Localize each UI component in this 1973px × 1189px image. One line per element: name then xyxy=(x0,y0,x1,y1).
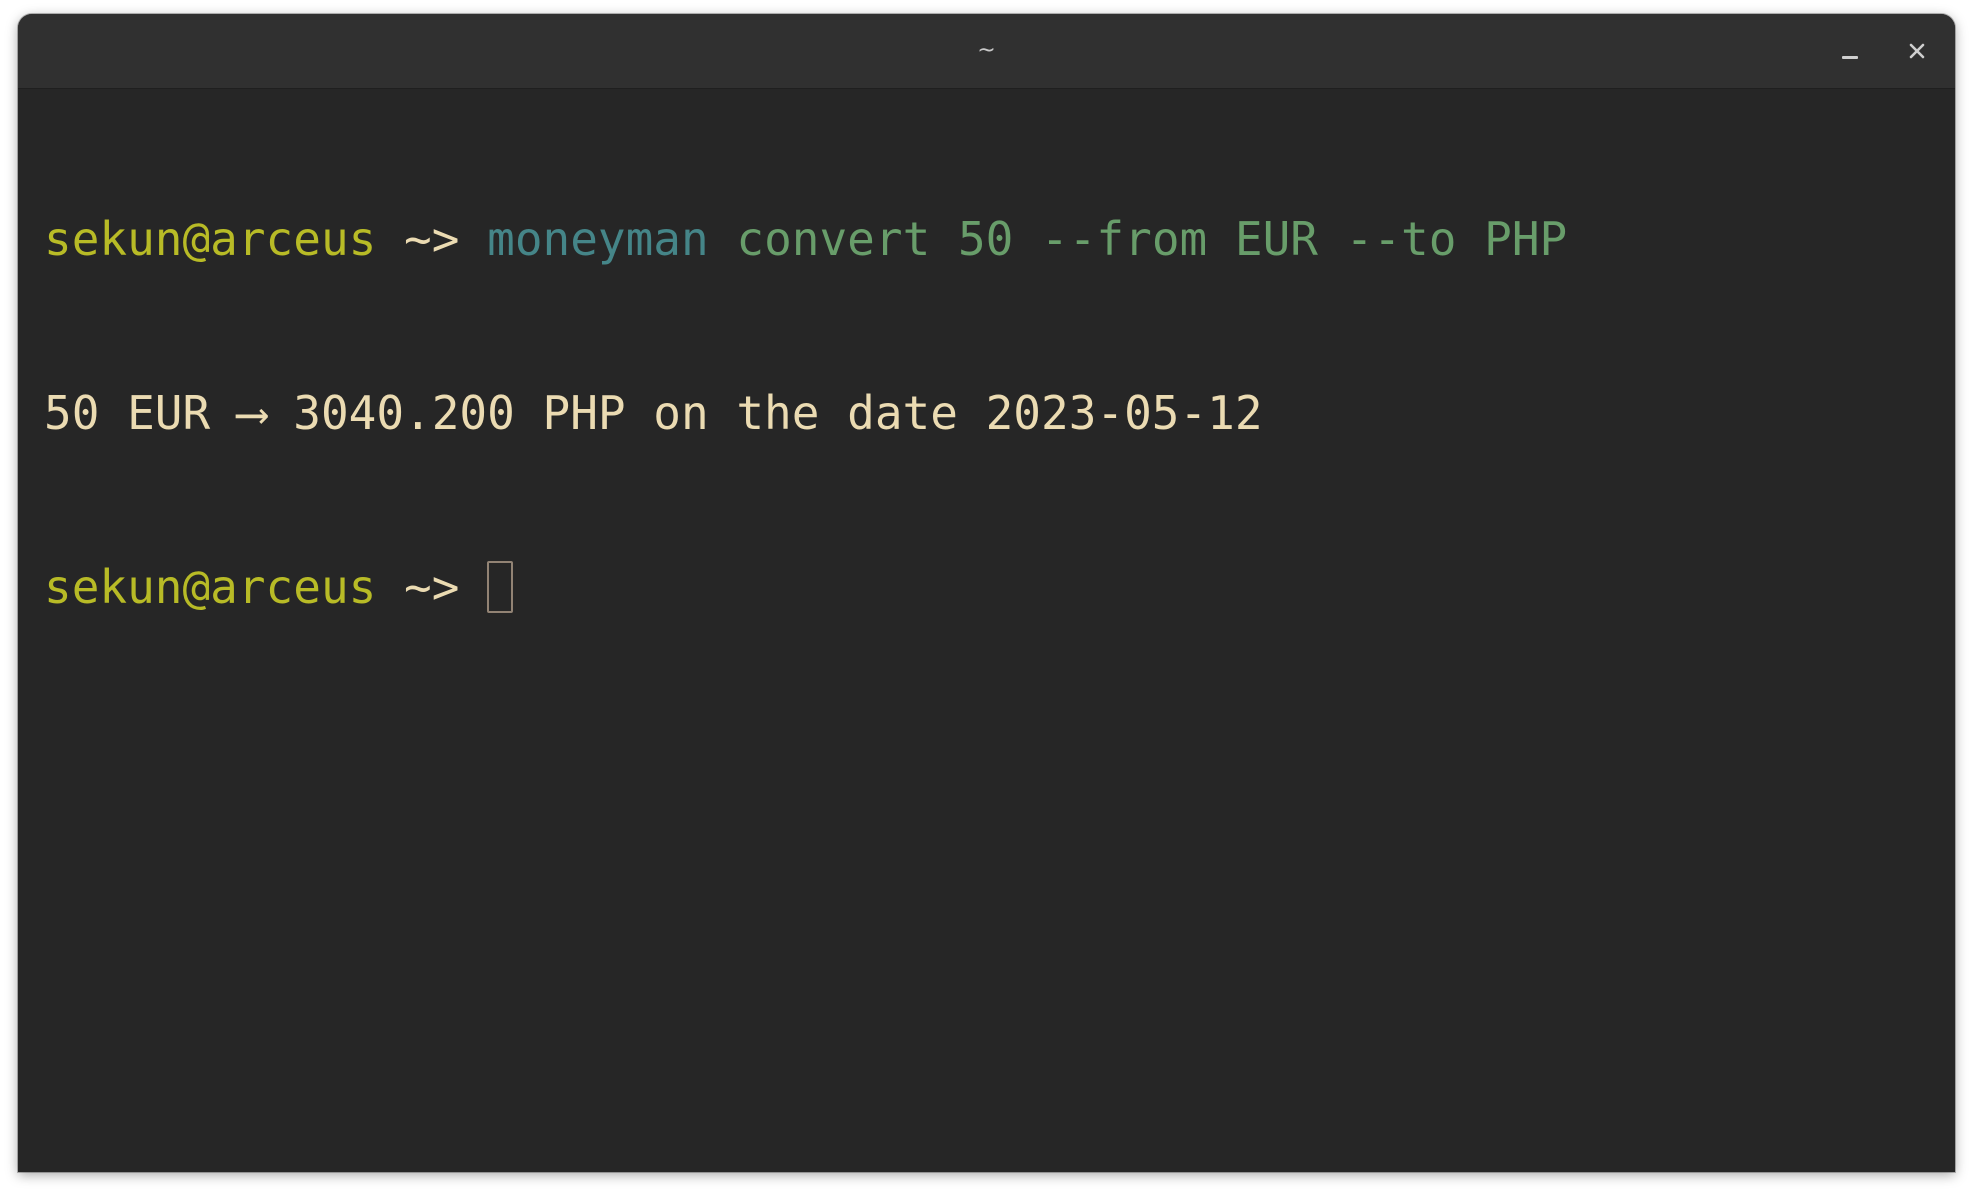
command-arguments: convert 50 --from EUR --to PHP xyxy=(708,212,1568,266)
minimize-button[interactable] xyxy=(1832,34,1866,68)
conversion-result: 50 EUR ⟶ 3040.200 PHP on the date 2023-0… xyxy=(44,386,1263,440)
minimize-icon xyxy=(1842,56,1858,59)
close-icon xyxy=(1909,43,1925,59)
terminal-window: ~ sekun@arceus ~> moneyman convert 50 --… xyxy=(18,14,1955,1172)
prompt-user-host: sekun@arceus xyxy=(44,212,377,266)
close-button[interactable] xyxy=(1900,34,1934,68)
command-line: sekun@arceus ~> moneyman convert 50 --fr… xyxy=(44,210,1935,268)
active-prompt-line[interactable]: sekun@arceus ~> xyxy=(44,558,1935,616)
prompt-user-host: sekun@arceus xyxy=(44,560,377,614)
text-cursor xyxy=(487,561,514,613)
output-line: 50 EUR ⟶ 3040.200 PHP on the date 2023-0… xyxy=(44,384,1935,442)
prompt-symbol: ~> xyxy=(376,560,460,614)
terminal-output[interactable]: sekun@arceus ~> moneyman convert 50 --fr… xyxy=(44,94,1935,1152)
titlebar[interactable]: ~ xyxy=(18,14,1955,89)
window-title: ~ xyxy=(977,38,996,63)
prompt-symbol: ~> xyxy=(376,212,460,266)
command-binary: moneyman xyxy=(487,212,709,266)
